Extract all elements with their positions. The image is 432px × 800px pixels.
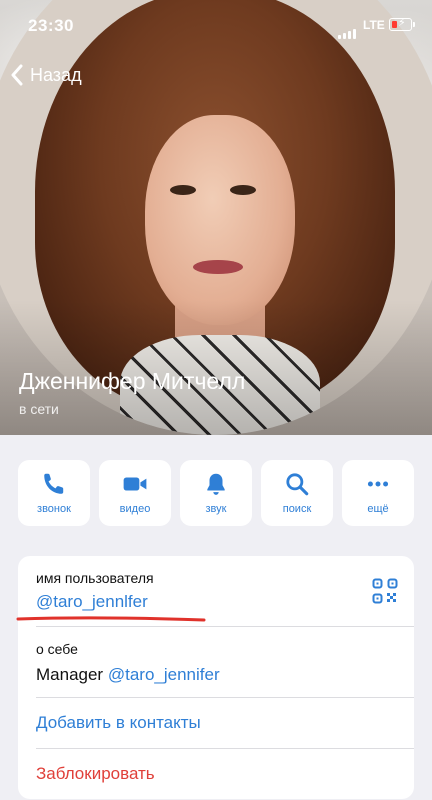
profile-info-card: имя пользователя @taro_jennlfer о себе M… (18, 556, 414, 799)
block-row[interactable]: Заблокировать (18, 749, 414, 799)
sound-label: звук (205, 503, 227, 515)
charging-icon: ⚡ (398, 17, 406, 29)
action-bar: звонок видео звук поиск ещё (18, 460, 414, 526)
more-button[interactable]: ещё (342, 460, 414, 526)
photo-face (145, 115, 295, 325)
battery-icon: ⚡ (389, 17, 412, 31)
about-caption: о себе (36, 641, 78, 657)
more-icon (367, 481, 389, 487)
block-button[interactable]: Заблокировать (36, 764, 155, 784)
video-button[interactable]: видео (99, 460, 171, 526)
phone-icon (44, 473, 64, 494)
about-mention-link[interactable]: @taro_jennifer (108, 665, 220, 684)
video-label: видео (119, 503, 151, 515)
username-caption: имя пользователя (36, 570, 154, 586)
bell-icon (207, 473, 225, 495)
profile-name: Дженнифер Митчелл (19, 368, 246, 394)
battery-cap (413, 22, 415, 27)
back-label: Назад (30, 64, 82, 85)
qr-code-icon[interactable] (372, 578, 398, 604)
video-icon (123, 477, 147, 491)
red-underline-annotation (16, 616, 206, 622)
signal-icon (338, 21, 358, 39)
presence-status: в сети (19, 401, 59, 417)
add-contact-row[interactable]: Добавить в контакты (18, 698, 414, 748)
status-bar: 23:30 LTE ⚡ (0, 0, 432, 54)
status-time: 23:30 (28, 16, 74, 35)
about-text: Manager @taro_jennifer (36, 665, 220, 685)
add-contact-button[interactable]: Добавить в контакты (36, 713, 201, 733)
back-button[interactable]: Назад (10, 64, 82, 86)
photo-eye (230, 185, 256, 195)
search-button[interactable]: поиск (261, 460, 333, 526)
more-label: ещё (367, 503, 389, 515)
about-text-plain: Manager (36, 665, 104, 684)
network-type: LTE (363, 18, 385, 32)
call-label: звонок (37, 503, 71, 515)
about-row: о себе Manager @taro_jennifer (18, 627, 414, 697)
photo-lips (193, 260, 243, 274)
sound-button[interactable]: звук (180, 460, 252, 526)
chevron-left-icon (11, 64, 23, 86)
search-label: поиск (282, 503, 312, 515)
battery-level (391, 20, 397, 28)
username-value[interactable]: @taro_jennlfer (36, 592, 148, 612)
search-icon (286, 473, 309, 496)
call-button[interactable]: звонок (18, 460, 90, 526)
photo-eye (170, 185, 196, 195)
